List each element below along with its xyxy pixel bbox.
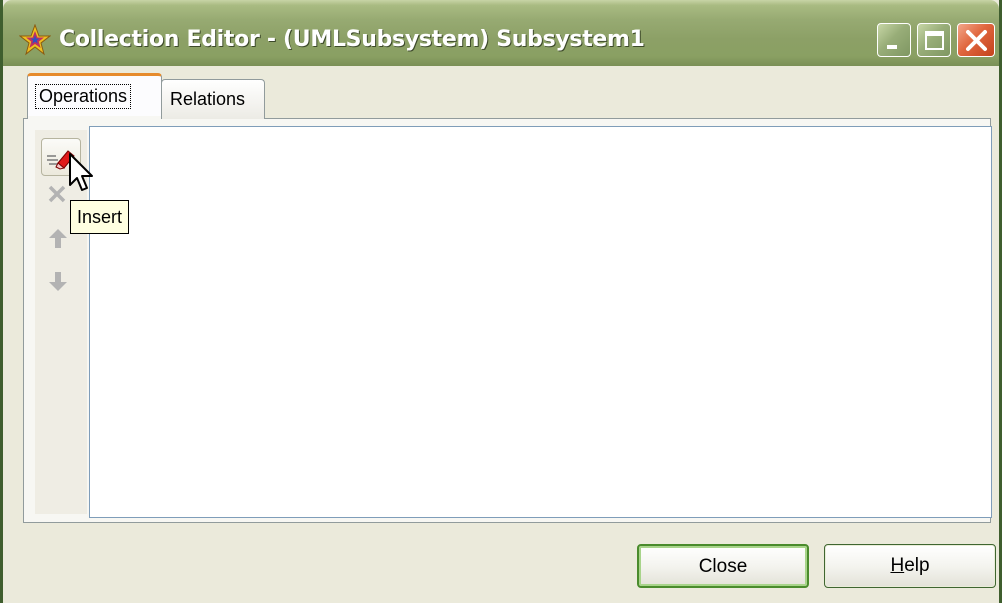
tab-relations-label: Relations <box>170 89 246 109</box>
window-title: Collection Editor - (UMLSubsystem) Subsy… <box>59 27 645 52</box>
close-icon <box>966 30 987 51</box>
title-bar[interactable]: Collection Editor - (UMLSubsystem) Subsy… <box>3 0 999 66</box>
close-window-button[interactable] <box>957 23 995 57</box>
maximize-icon <box>925 31 944 50</box>
tab-connector <box>28 116 161 120</box>
maximize-button[interactable] <box>917 23 951 57</box>
close-button[interactable]: Close <box>637 544 809 588</box>
arrow-down-icon <box>49 272 67 291</box>
help-button-label: elp <box>904 555 930 576</box>
help-button[interactable]: Help <box>824 544 996 588</box>
close-button-label: Close <box>698 556 748 577</box>
tab-relations[interactable]: Relations <box>161 79 265 119</box>
tab-operations-label: Operations <box>35 84 132 109</box>
mouse-pointer-icon <box>69 153 93 191</box>
operations-list[interactable] <box>89 126 992 518</box>
move-down-button[interactable] <box>41 268 81 306</box>
collection-editor-window: Collection Editor - (UMLSubsystem) Subsy… <box>0 0 1002 603</box>
insert-tooltip: Insert <box>70 200 130 234</box>
tab-operations[interactable]: Operations <box>27 73 162 119</box>
minimize-button[interactable] <box>877 23 911 57</box>
star-icon <box>19 24 51 56</box>
minimize-icon <box>887 45 897 49</box>
help-button-accelerator: H <box>890 555 905 576</box>
